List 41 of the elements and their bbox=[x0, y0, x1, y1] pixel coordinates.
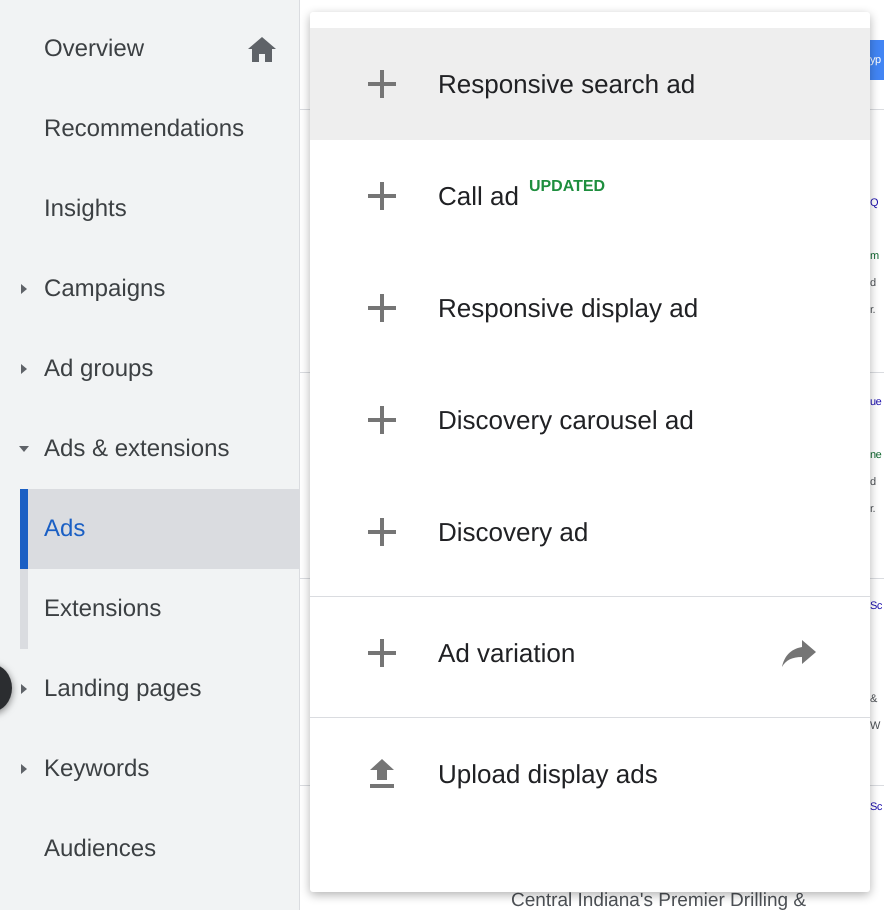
sidebar-item[interactable]: Landing pages bbox=[12, 649, 299, 729]
action-button[interactable]: yp bbox=[870, 40, 884, 80]
menu-item[interactable]: Ad variation bbox=[310, 597, 870, 709]
ad-description: r. bbox=[870, 502, 876, 517]
ad-description: Central Indiana's Premier Drilling & bbox=[511, 892, 806, 910]
plus-icon bbox=[366, 637, 398, 669]
sidebar-item[interactable]: Ads & extensions bbox=[12, 409, 299, 489]
sidebar-item[interactable]: Campaigns bbox=[12, 249, 299, 329]
ad-description: W bbox=[870, 719, 880, 734]
ad-headline: ue bbox=[870, 395, 882, 410]
updated-label: UPDATED bbox=[528, 178, 606, 196]
sidebar-item[interactable]: Extensions bbox=[20, 569, 299, 649]
ad-headline: Sc bbox=[870, 599, 882, 614]
menu-item[interactable]: Discovery carousel ad bbox=[310, 364, 870, 476]
sidebar-item[interactable]: Insights bbox=[12, 169, 299, 249]
arrow-icon[interactable] bbox=[780, 638, 818, 668]
sidebar-item[interactable]: Recommendations bbox=[12, 89, 299, 169]
menu-item[interactable]: Responsive display ad bbox=[310, 252, 870, 364]
menu-item[interactable]: Upload display ads bbox=[310, 718, 870, 830]
ad-description: & bbox=[870, 692, 877, 707]
menu-item[interactable]: Call ad UPDATED bbox=[310, 140, 870, 252]
home-icon[interactable] bbox=[247, 35, 277, 63]
menu-item[interactable]: Discovery ad bbox=[310, 476, 870, 588]
plus-icon bbox=[366, 180, 398, 212]
ad-url: m bbox=[870, 249, 879, 264]
ad-url: ne bbox=[870, 448, 882, 463]
ad-description: d bbox=[870, 276, 876, 291]
sidebar-item[interactable]: Overview bbox=[12, 9, 299, 89]
ad-headline: Sc bbox=[870, 800, 882, 815]
plus-icon bbox=[366, 516, 398, 548]
plus-icon bbox=[366, 404, 398, 436]
sidebar-item[interactable]: Ads bbox=[20, 489, 299, 569]
sidebar-item[interactable]: Audiences bbox=[12, 809, 299, 889]
ad-description: d bbox=[870, 475, 876, 490]
plus-icon bbox=[366, 68, 398, 100]
ad-description: r. bbox=[870, 303, 876, 318]
plus-icon bbox=[366, 292, 398, 324]
sidebar-item[interactable]: Ad groups bbox=[12, 329, 299, 409]
sidebar-item[interactable]: Keywords bbox=[12, 729, 299, 809]
ad-headline: Q bbox=[870, 196, 878, 211]
menu-item[interactable]: Responsive search ad bbox=[310, 28, 870, 140]
